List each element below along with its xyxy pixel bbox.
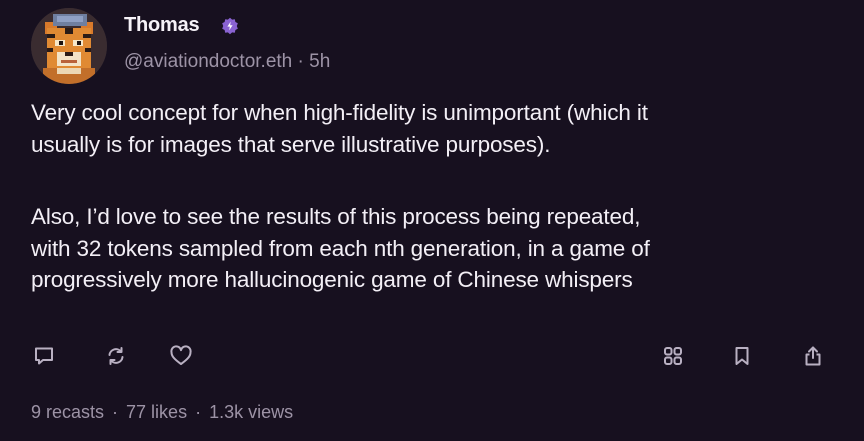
body-paragraph-2: Also, I’d love to see the results of thi… <box>31 201 851 296</box>
body-line: Very cool concept for when high-fidelity… <box>31 100 648 125</box>
body-line: progressively more hallucinogenic game o… <box>31 267 633 292</box>
body-line: with 32 tokens sampled from each nth gen… <box>31 235 650 261</box>
comment-icon <box>35 347 53 365</box>
comment-button[interactable] <box>31 343 57 369</box>
post-card: Thomas @aviationdoctor.eth · 5h Very coo… <box>0 0 864 441</box>
recasts-count[interactable]: 9 recasts <box>31 402 104 422</box>
author-avatar[interactable] <box>31 8 107 84</box>
post-body: Very cool concept for when high-fidelity… <box>31 97 851 296</box>
post-stats: 9 recasts · 77 likes · 1.3k views <box>31 400 293 424</box>
body-line: usually is for images that serve illustr… <box>31 131 551 157</box>
share-icon <box>805 346 821 366</box>
recast-button[interactable] <box>103 343 129 369</box>
verified-badge-icon <box>222 17 238 35</box>
bookmark-icon <box>735 347 749 365</box>
bookmark-button[interactable] <box>729 343 755 369</box>
time-separator: · <box>297 51 304 72</box>
author-handle-line: @aviationdoctor.eth · 5h <box>124 50 330 74</box>
action-bar <box>0 343 864 369</box>
more-options-button[interactable] <box>660 343 686 369</box>
tiger-avatar-icon <box>31 8 107 84</box>
body-line: Also, I’d love to see the results of thi… <box>31 204 641 229</box>
post-timestamp[interactable]: 5h <box>309 51 330 72</box>
body-paragraph-1: Very cool concept for when high-fidelity… <box>31 97 851 160</box>
author-handle[interactable]: @aviationdoctor.eth <box>124 51 292 72</box>
stats-separator: · <box>195 402 202 422</box>
share-button[interactable] <box>800 343 826 369</box>
like-button[interactable] <box>168 343 194 369</box>
views-count: 1.3k views <box>209 402 294 422</box>
recast-icon <box>108 347 124 365</box>
grid-icon <box>664 347 682 365</box>
heart-icon <box>170 345 192 365</box>
likes-count[interactable]: 77 likes <box>126 402 187 422</box>
author-name[interactable]: Thomas <box>124 12 200 38</box>
stats-separator: · <box>112 402 119 422</box>
